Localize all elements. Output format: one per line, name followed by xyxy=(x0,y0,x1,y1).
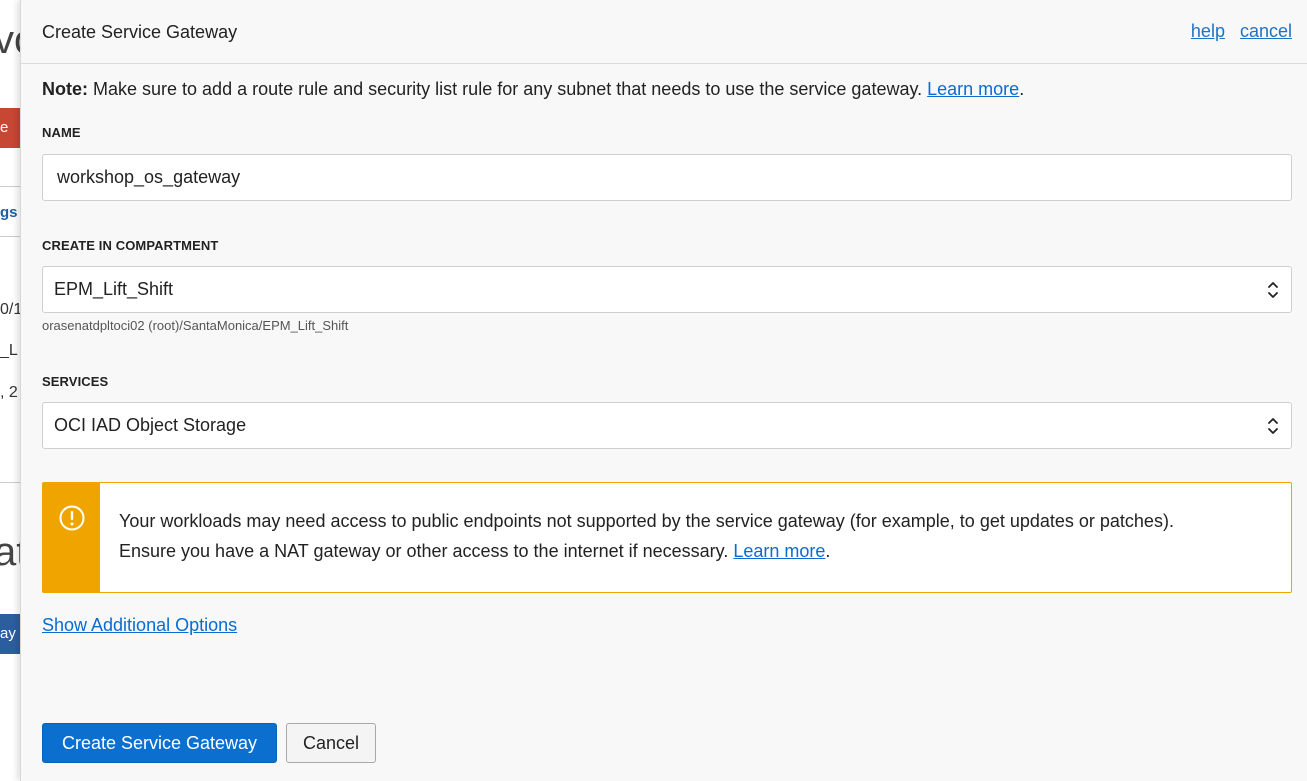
note-prefix: Note: xyxy=(42,79,88,99)
background-divider xyxy=(0,482,20,483)
help-link[interactable]: help xyxy=(1191,21,1225,41)
background-text-fragment: 0/1 xyxy=(0,301,20,318)
create-service-gateway-button[interactable]: Create Service Gateway xyxy=(42,723,277,763)
learn-more-link[interactable]: Learn more xyxy=(927,79,1019,99)
background-heading-fragment: vo xyxy=(0,18,20,62)
background-text-fragment: , 2 xyxy=(0,384,18,401)
services-label: SERVICES xyxy=(42,374,109,389)
background-red-button[interactable]: e xyxy=(0,108,20,148)
compartment-select-value: EPM_Lift_Shift xyxy=(54,279,174,299)
background-heading-fragment: at xyxy=(0,530,20,574)
compartment-path-hint: orasenatdpltoci02 (root)/SantaMonica/EPM… xyxy=(42,318,349,333)
warning-alert: Your workloads may need access to public… xyxy=(42,482,1292,593)
show-additional-options-link[interactable]: Show Additional Options xyxy=(42,615,237,636)
compartment-select[interactable]: EPM_Lift_Shift xyxy=(42,266,1292,313)
name-label: NAME xyxy=(42,125,81,140)
compartment-label: CREATE IN COMPARTMENT xyxy=(42,238,219,253)
panel-title: Create Service Gateway xyxy=(42,22,238,42)
chevron-up-down-icon xyxy=(1268,418,1278,434)
warning-text: Your workloads may need access to public… xyxy=(119,506,1279,566)
background-tab-fragment[interactable]: gs xyxy=(0,204,18,221)
cancel-button[interactable]: Cancel xyxy=(286,723,376,763)
warning-learn-more-link[interactable]: Learn more xyxy=(733,541,825,561)
warning-bar xyxy=(43,483,100,592)
note-body: Make sure to add a route rule and securi… xyxy=(88,79,928,99)
create-service-gateway-panel: Create Service Gateway help cancel Note:… xyxy=(20,0,1307,781)
cancel-link[interactable]: cancel xyxy=(1240,21,1292,41)
note-text: Note: Make sure to add a route rule and … xyxy=(42,79,1024,100)
exclamation-circle-icon xyxy=(59,505,85,531)
services-select[interactable]: OCI IAD Object Storage xyxy=(42,402,1292,449)
services-select-value: OCI IAD Object Storage xyxy=(54,415,247,435)
background-page: vo e gs 0/1 _L , 2 at ay xyxy=(0,0,20,781)
panel-header: Create Service Gateway help cancel xyxy=(21,0,1307,64)
header-links: help cancel xyxy=(1181,21,1292,42)
warning-line-2: Ensure you have a NAT gateway or other a… xyxy=(119,541,831,561)
warning-line-1: Your workloads may need access to public… xyxy=(119,511,1174,531)
name-input[interactable] xyxy=(42,154,1292,201)
chevron-up-down-icon xyxy=(1268,282,1278,298)
background-blue-button[interactable]: ay xyxy=(0,614,20,654)
background-divider xyxy=(0,236,20,237)
background-text-fragment: _L xyxy=(0,342,18,359)
note-suffix: . xyxy=(1019,79,1025,99)
background-divider xyxy=(0,186,20,187)
